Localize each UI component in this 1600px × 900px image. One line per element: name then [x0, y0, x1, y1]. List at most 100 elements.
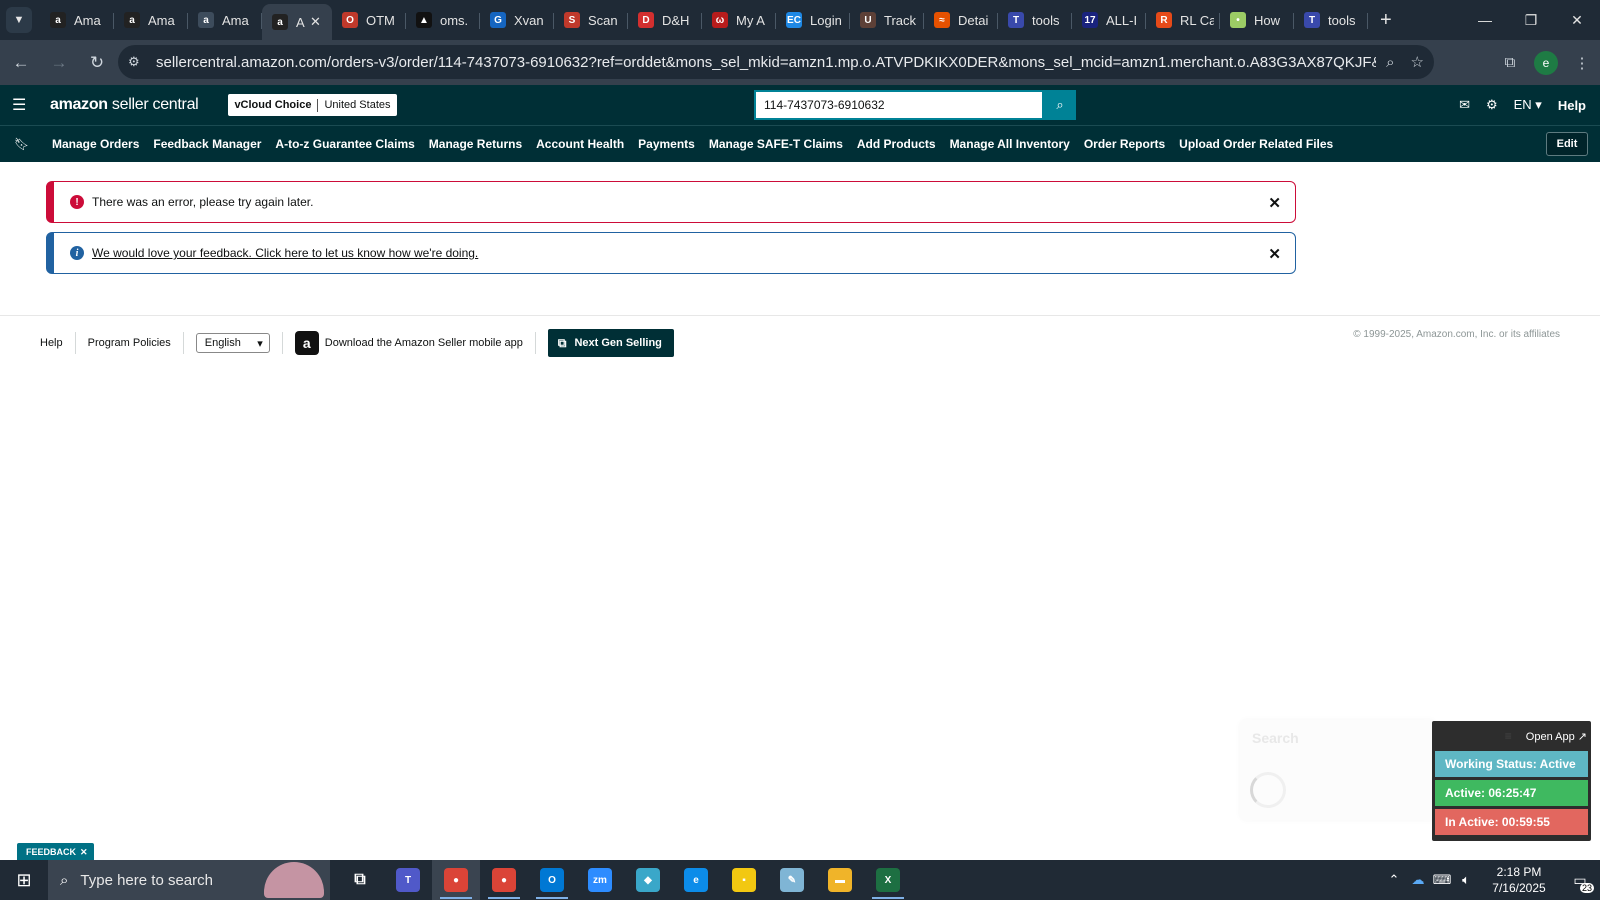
- taskbar-app[interactable]: T: [384, 860, 432, 900]
- header-help-link[interactable]: Help: [1558, 98, 1586, 113]
- taskbar-app[interactable]: X: [864, 860, 912, 900]
- taskbar-search-box[interactable]: ⌕ Type here to search: [48, 860, 330, 900]
- nav-item[interactable]: Order Reports: [1084, 137, 1165, 151]
- nav-item[interactable]: Upload Order Related Files: [1179, 137, 1333, 151]
- browser-tab[interactable]: S Scan: [554, 4, 628, 36]
- browser-tab[interactable]: • How: [1220, 4, 1294, 36]
- browser-tab[interactable]: a Ama: [188, 4, 262, 36]
- browser-tab[interactable]: U Track: [850, 4, 924, 36]
- nav-item[interactable]: Manage All Inventory: [950, 137, 1070, 151]
- tab-title: Xvan: [514, 12, 544, 28]
- teams-icon: T: [396, 868, 420, 892]
- taskbar-app[interactable]: ⧉: [336, 860, 384, 900]
- search-panel-label[interactable]: Search: [1252, 730, 1299, 746]
- onedrive-cloud-icon[interactable]: ☁: [1406, 872, 1430, 888]
- loading-spinner-icon: [1250, 772, 1286, 808]
- chevron-up-icon[interactable]: ⌃: [1382, 872, 1406, 888]
- minimize-icon[interactable]: —: [1462, 0, 1508, 40]
- nav-item[interactable]: Add Products: [857, 137, 936, 151]
- taskbar-app[interactable]: O: [528, 860, 576, 900]
- browser-tab[interactable]: a Ama: [40, 4, 114, 36]
- browser-tab[interactable]: Ttools: [998, 4, 1072, 36]
- browser-tab[interactable]: EC Login: [776, 4, 850, 36]
- browser-tab[interactable]: a A ✕: [262, 4, 332, 40]
- volume-icon[interactable]: 🔈︎: [1454, 872, 1478, 888]
- edit-nav-button[interactable]: Edit: [1546, 132, 1588, 156]
- taskbar-app[interactable]: ▬: [816, 860, 864, 900]
- seller-app-icon[interactable]: a: [294, 331, 319, 355]
- taskbar-app[interactable]: ●: [480, 860, 528, 900]
- notification-center-icon[interactable]: ▭ 23: [1560, 860, 1600, 900]
- browser-tab[interactable]: a Ama: [114, 4, 188, 36]
- url-text[interactable]: sellercentral.amazon.com/orders-v3/order…: [156, 54, 1376, 71]
- search-button[interactable]: ⌕: [1044, 90, 1076, 120]
- taskbar-app[interactable]: ◆: [624, 860, 672, 900]
- footer-separator: [74, 332, 76, 354]
- footer-language-select[interactable]: English ▾: [195, 333, 270, 353]
- nav-item[interactable]: Manage Orders: [52, 137, 139, 151]
- nav-item[interactable]: Account Health: [536, 137, 624, 151]
- window-close-icon[interactable]: ✕: [1554, 0, 1600, 40]
- taskbar-app[interactable]: ✎: [768, 860, 816, 900]
- profile-avatar[interactable]: e: [1534, 50, 1558, 75]
- browser-tab[interactable]: 17 ALL-I: [1072, 4, 1146, 36]
- settings-gear-icon[interactable]: ⚙: [1486, 97, 1498, 113]
- account-switcher[interactable]: vCloud Choice United States: [228, 94, 397, 116]
- language-selector[interactable]: EN ▾: [1514, 97, 1542, 113]
- nav-item[interactable]: Manage Returns: [429, 137, 522, 151]
- browser-tab[interactable]: D D&H: [628, 4, 702, 36]
- browser-tab[interactable]: O OTM: [332, 4, 406, 36]
- drag-handle-icon[interactable]: ≡: [1505, 729, 1512, 743]
- extensions-icon[interactable]: ⧉: [1492, 54, 1528, 71]
- close-icon[interactable]: ✕: [80, 847, 88, 858]
- browser-tab[interactable]: R RL Ca: [1146, 4, 1220, 36]
- tab-close-icon[interactable]: ✕: [310, 14, 321, 30]
- taskbar-app[interactable]: e: [672, 860, 720, 900]
- order-search-input[interactable]: 114-7437073-6910632: [754, 90, 1044, 120]
- back-arrow-icon[interactable]: ←: [4, 46, 38, 80]
- network-icon[interactable]: ⌨: [1430, 872, 1454, 888]
- mail-icon[interactable]: ✉: [1459, 97, 1470, 113]
- search-highlight-image: [264, 862, 324, 898]
- browser-tab[interactable]: G Xvan: [480, 4, 554, 36]
- browser-menu-icon[interactable]: ⋮: [1564, 54, 1600, 72]
- taskbar-app[interactable]: ●: [432, 860, 480, 900]
- taskbar-app[interactable]: ▪: [720, 860, 768, 900]
- open-app-button[interactable]: Open App ↗: [1526, 730, 1587, 743]
- footer-help-link[interactable]: Help: [40, 337, 63, 349]
- close-icon[interactable]: ✕: [1268, 194, 1281, 212]
- new-tab-plus-icon[interactable]: +: [1380, 9, 1392, 32]
- nav-item[interactable]: Feedback Manager: [153, 137, 261, 151]
- mobile-app-link[interactable]: Download the Amazon Seller mobile app: [325, 337, 523, 349]
- chevron-down-icon: ▾: [257, 337, 263, 350]
- browser-tab[interactable]: Ttools: [1294, 4, 1368, 36]
- program-policies-link[interactable]: Program Policies: [88, 337, 171, 349]
- address-bar[interactable]: ⚙ sellercentral.amazon.com/orders-v3/ord…: [118, 45, 1434, 79]
- zoom-magnifier-icon[interactable]: ⌕: [1386, 54, 1394, 71]
- close-icon[interactable]: ✕: [1268, 245, 1281, 263]
- next-gen-selling-button[interactable]: ⧉ Next Gen Selling: [547, 329, 674, 357]
- nav-item[interactable]: Payments: [638, 137, 695, 151]
- browser-tab[interactable]: ≈ Detai: [924, 4, 998, 36]
- browser-tab[interactable]: ω My A: [702, 4, 776, 36]
- system-clock[interactable]: 2:18 PM 7/16/2025: [1482, 864, 1556, 896]
- seller-central-logo[interactable]: amazon seller central: [50, 96, 199, 114]
- search-icon: ⌕: [60, 871, 69, 889]
- bookmark-star-icon[interactable]: ☆: [1411, 53, 1424, 71]
- hamburger-menu-icon[interactable]: ☰: [12, 95, 28, 115]
- nav-item[interactable]: Manage SAFE-T Claims: [709, 137, 843, 151]
- forward-arrow-icon[interactable]: →: [42, 46, 76, 80]
- error-alert-text: There was an error, please try again lat…: [92, 195, 314, 209]
- browser-tab[interactable]: ▲ oms.: [406, 4, 480, 36]
- feedback-tab[interactable]: FEEDBACK ✕: [17, 843, 94, 861]
- windows-start-icon[interactable]: ⊞: [0, 860, 48, 900]
- window-controls: — ❐ ✕: [1462, 0, 1600, 40]
- feedback-link[interactable]: We would love your feedback. Click here …: [92, 246, 478, 260]
- taskbar-app[interactable]: zm: [576, 860, 624, 900]
- site-info-icon[interactable]: ⚙: [128, 54, 148, 70]
- reload-icon[interactable]: ↻: [80, 46, 114, 80]
- nav-item[interactable]: A-to-z Guarantee Claims: [275, 137, 414, 151]
- restore-icon[interactable]: ❐: [1508, 0, 1554, 40]
- working-status: Working Status: Active: [1435, 751, 1588, 777]
- tab-search-chevron-icon[interactable]: ▼: [6, 7, 32, 33]
